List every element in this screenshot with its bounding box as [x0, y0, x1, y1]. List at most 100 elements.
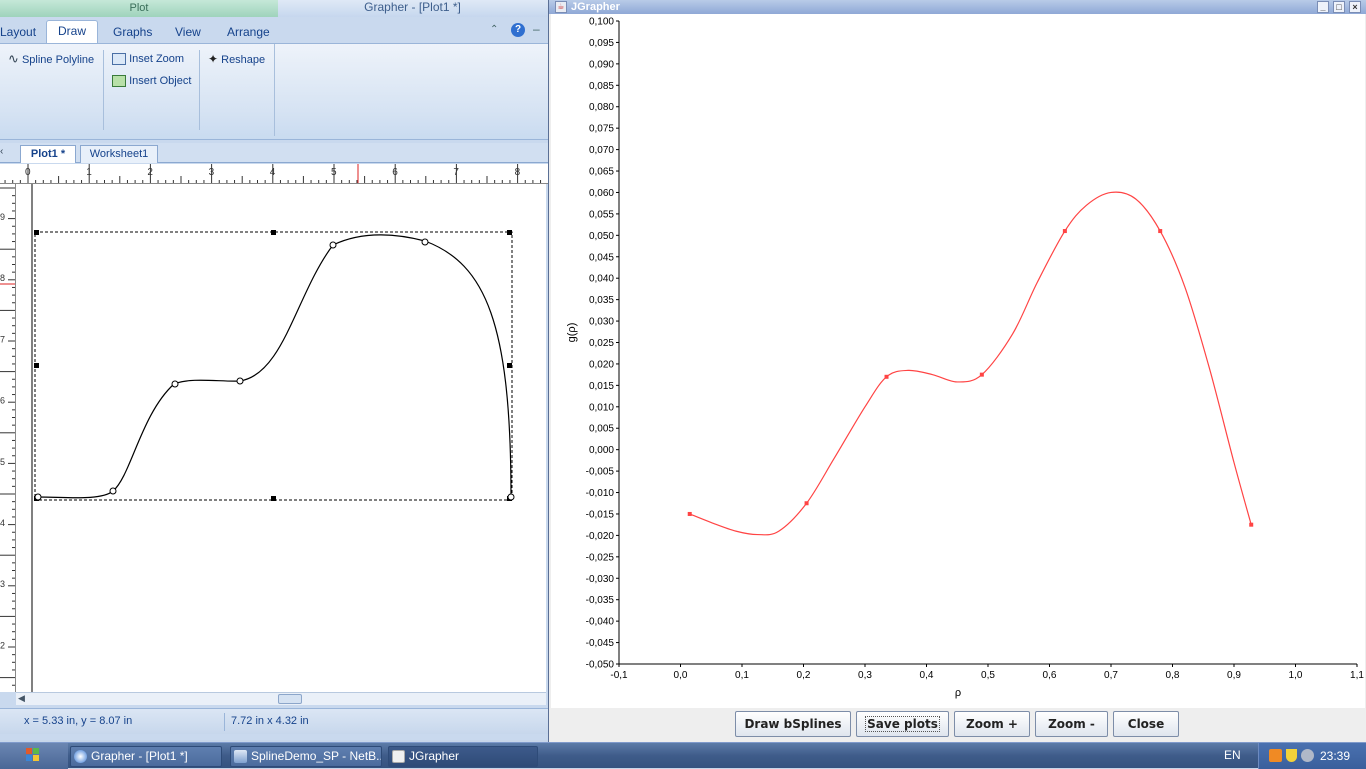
draw-bsplines-button[interactable]: Draw bSplines: [735, 711, 851, 737]
resize-handle[interactable]: [271, 230, 276, 235]
selection-size: 7.72 in x 4.32 in: [231, 715, 309, 727]
zoom-out-label: Zoom -: [1048, 717, 1095, 731]
taskbar: Grapher - [Plot1 *] SplineDemo_SP - NetB…: [0, 742, 1366, 769]
inset-zoom-button[interactable]: Inset Zoom: [112, 50, 184, 68]
language-indicator[interactable]: EN: [1224, 748, 1241, 762]
x-tick-label: 1,0: [1289, 670, 1303, 681]
zoom-out-button[interactable]: Zoom -: [1035, 711, 1108, 737]
taskbar-item-netbeans[interactable]: SplineDemo_SP - NetB...: [230, 746, 382, 767]
x-tick-label: 0,5: [981, 670, 995, 681]
tab-arrange[interactable]: Arrange: [227, 22, 277, 44]
ruler-label: 6: [0, 396, 5, 406]
taskbar-item-grapher[interactable]: Grapher - [Plot1 *]: [70, 746, 222, 767]
tab-layout[interactable]: Layout: [0, 22, 40, 44]
ruler-label: 0: [25, 167, 31, 178]
help-icon[interactable]: ?: [511, 23, 525, 37]
scroll-left-icon[interactable]: ◀: [18, 693, 25, 704]
vertex-marker[interactable]: [236, 377, 244, 385]
resize-handle[interactable]: [507, 363, 512, 368]
vertex-marker[interactable]: [421, 238, 429, 246]
jgrapher-window-title: JGrapher: [571, 1, 620, 13]
tab-scroll-left-icon[interactable]: ‹: [0, 146, 3, 157]
security-shield-icon[interactable]: [1286, 749, 1297, 762]
y-tick-label: 0,050: [589, 231, 614, 242]
y-tick-label: -0,010: [586, 488, 615, 499]
y-tick-label: 0,025: [589, 338, 614, 349]
close-icon[interactable]: ×: [1349, 1, 1361, 13]
x-tick-label: 0,2: [797, 670, 811, 681]
y-tick-label: 0,100: [589, 17, 614, 28]
taskbar-item-jgrapher[interactable]: JGrapher: [388, 746, 538, 767]
horizontal-scrollbar[interactable]: ◀: [16, 692, 546, 705]
resize-handle[interactable]: [34, 230, 39, 235]
y-tick-label: -0,005: [586, 467, 615, 478]
tab-worksheet1[interactable]: Worksheet1: [80, 145, 158, 163]
y-tick-label: 0,010: [589, 402, 614, 413]
taskbar-item-label: Grapher - [Plot1 *]: [91, 749, 188, 763]
y-tick-label: -0,015: [586, 509, 615, 520]
vertex-marker[interactable]: [329, 241, 337, 249]
y-tick-label: -0,050: [586, 660, 615, 671]
y-tick-label: -0,045: [586, 638, 615, 649]
plot-panel: -0,050 -0,045 -0,040 -0,035 -0,030 -0,025 -0,0…: [551, 14, 1365, 708]
y-tick-label: 0,075: [589, 124, 614, 135]
ribbon-separator: [274, 44, 275, 136]
tab-graphs[interactable]: Graphs: [113, 22, 153, 44]
resize-handle[interactable]: [507, 230, 512, 235]
ribbon-panel: ∿ Spline Polyline Inset Zoom Insert Obje…: [0, 43, 548, 140]
context-tab-plot[interactable]: Plot: [0, 0, 278, 17]
ruler-label: 2: [0, 640, 5, 650]
volume-icon[interactable]: [1301, 749, 1314, 762]
spline-polyline-label: Spline Polyline: [21, 54, 95, 66]
tab-draw[interactable]: Draw: [46, 20, 98, 44]
resize-handle[interactable]: [34, 363, 39, 368]
zoom-in-button[interactable]: Zoom +: [954, 711, 1030, 737]
tab-plot1[interactable]: Plot1 *: [20, 145, 76, 163]
insert-object-button[interactable]: Insert Object: [112, 72, 191, 90]
ribbon-minimize-icon[interactable]: ⌃: [490, 24, 498, 35]
spline-icon: ∿: [8, 51, 19, 66]
inset-zoom-label: Inset Zoom: [129, 53, 185, 65]
reshape-button[interactable]: ✦ Reshape: [208, 50, 265, 68]
vertex-marker[interactable]: [171, 380, 179, 388]
ribbon-tab-bar: Layout Draw Graphs View Arrange ⌃ ? –: [0, 19, 548, 44]
minimize-icon[interactable]: _: [1317, 1, 1329, 13]
save-plots-button[interactable]: Save plots: [856, 711, 949, 737]
vertex-marker[interactable]: [507, 493, 515, 501]
jgrapher-window: ☕ JGrapher _ □ × -0,050 -0,045 -0,040 -0,03…: [548, 0, 1366, 745]
control-point: [687, 511, 692, 516]
resize-handle[interactable]: [271, 496, 276, 501]
maximize-icon[interactable]: □: [1333, 1, 1345, 13]
spline-polyline-curve[interactable]: [37, 234, 512, 499]
control-point: [979, 372, 984, 377]
scroll-thumb[interactable]: [278, 694, 302, 704]
x-tick-label: 0,4: [920, 670, 934, 681]
taskbar-item-label: SplineDemo_SP - NetB...: [251, 749, 382, 763]
y-tick-label: 0,015: [589, 381, 614, 392]
ribbon-separator: [103, 50, 104, 130]
ruler-label: 9: [0, 212, 5, 222]
document-tab-bar: ‹ Plot1 * Worksheet1: [0, 143, 548, 163]
grapher-app-icon: [74, 750, 87, 763]
jgrapher-title-bar: ☕ JGrapher _ □ ×: [549, 0, 1366, 14]
spline-polyline-button[interactable]: ∿ Spline Polyline: [8, 50, 94, 68]
taskbar-item-label: JGrapher: [409, 749, 460, 763]
window-minimize-icon[interactable]: –: [533, 22, 540, 36]
reshape-label: Reshape: [221, 54, 266, 66]
x-tick-label: -0,1: [610, 670, 628, 681]
ruler-label: 3: [209, 167, 215, 178]
zoom-in-label: Zoom +: [966, 717, 1018, 731]
vertex-marker[interactable]: [109, 487, 117, 495]
start-button[interactable]: [0, 743, 68, 769]
plot-canvas[interactable]: [16, 184, 546, 692]
tab-view[interactable]: View: [175, 22, 215, 44]
ruler-label: 5: [0, 457, 5, 467]
close-button[interactable]: Close: [1113, 711, 1179, 737]
insert-object-label: Insert Object: [129, 75, 192, 87]
tray-app-icon[interactable]: [1269, 749, 1282, 762]
ruler-label: 4: [0, 518, 5, 528]
y-tick-label: 0,080: [589, 102, 614, 113]
vertex-marker[interactable]: [34, 493, 42, 501]
ruler-label: 8: [515, 167, 521, 178]
x-tick-label: 0,8: [1166, 670, 1180, 681]
